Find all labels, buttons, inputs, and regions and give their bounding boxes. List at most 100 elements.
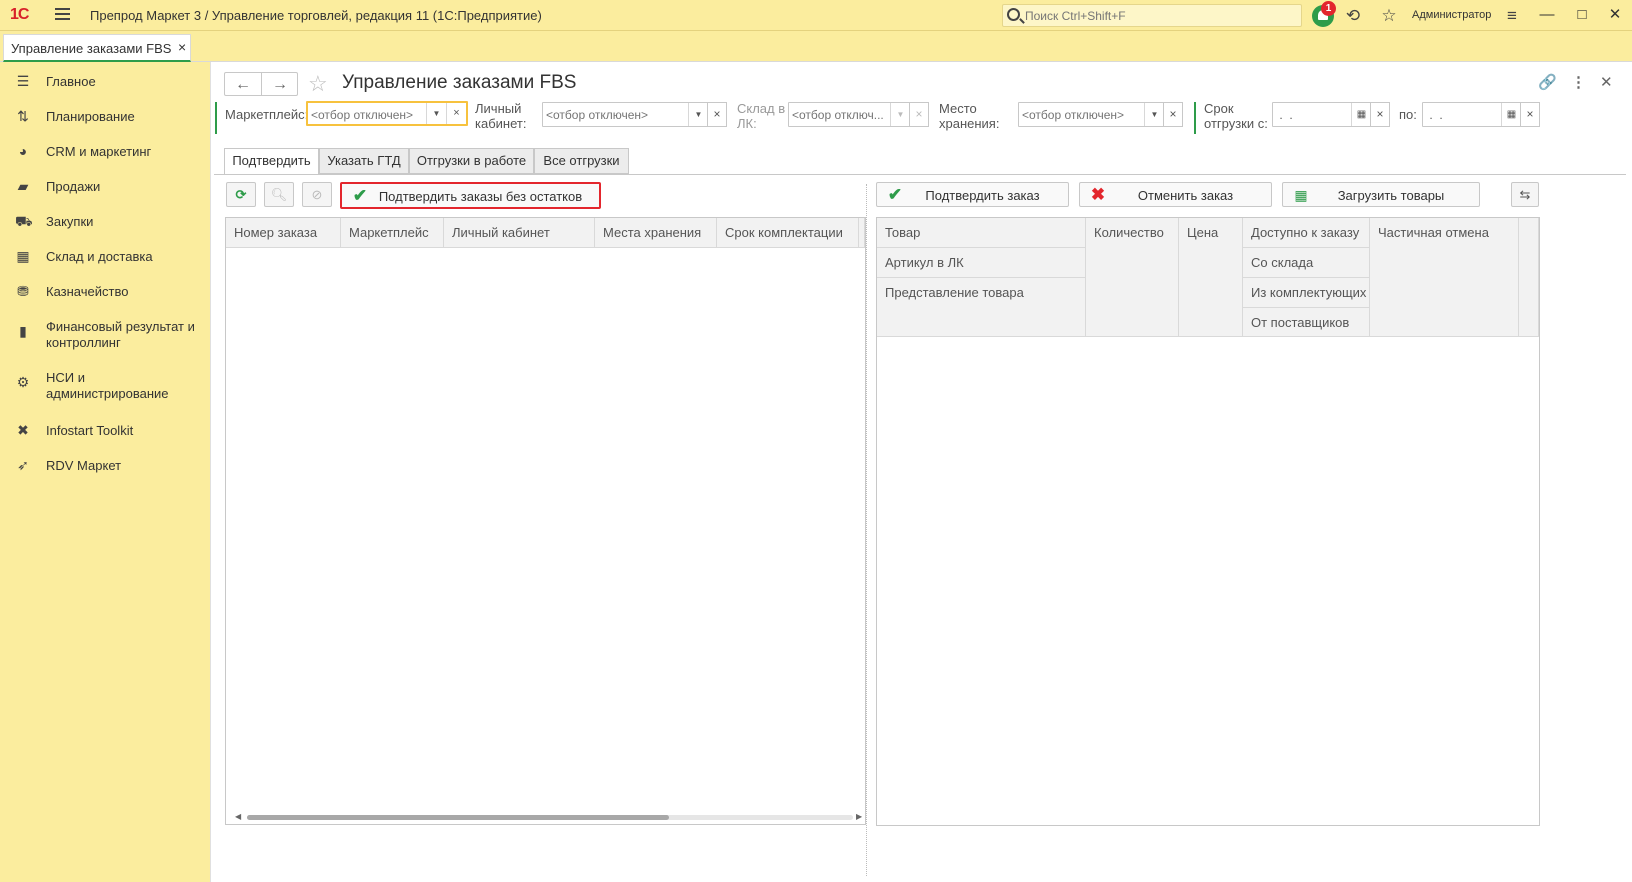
date-from-clear-button[interactable]: × (1370, 102, 1390, 127)
date-from-field[interactable]: ▦ (1272, 102, 1371, 127)
tab-shipments-in-progress[interactable]: Отгрузки в работе (409, 148, 534, 174)
chevron-down-icon[interactable]: ▼ (688, 103, 708, 126)
gear-icon: ⚙ (16, 374, 30, 390)
cabinet-input[interactable] (546, 107, 686, 123)
col-marketplace[interactable]: Маркетплейс (341, 218, 444, 248)
scrollbar-thumb[interactable] (247, 815, 669, 820)
sidebar-item-treasury[interactable]: ⛃ Казначейство (0, 276, 210, 306)
col-partial-cancel[interactable]: Частичная отмена (1370, 218, 1519, 337)
col-available[interactable]: Доступно к заказу (1243, 218, 1370, 248)
pie-chart-icon: ◕ (18, 143, 28, 159)
date-to-input[interactable] (1426, 107, 1498, 123)
cancel-order-button[interactable]: ✖ Отменить заказ (1079, 182, 1272, 207)
sidebar-item-warehouse[interactable]: ▦ Склад и доставка (0, 241, 210, 271)
date-to-clear-button[interactable]: × (1520, 102, 1540, 127)
sidebar-item-label: НСИ и администрирование (46, 370, 169, 401)
col-product[interactable]: Товар (877, 218, 1086, 248)
favorites-star-icon[interactable]: ☆ (1379, 6, 1399, 26)
col-article[interactable]: Артикул в ЛК (877, 248, 1086, 278)
sidebar-item-label: Infostart Toolkit (46, 423, 134, 438)
col-quantity[interactable]: Количество (1086, 218, 1179, 337)
current-user[interactable]: Администратор (1412, 9, 1491, 21)
sidebar-item-label: Казначейство (46, 284, 129, 299)
col-price[interactable]: Цена (1179, 218, 1243, 337)
date-to-field[interactable]: ▦ (1422, 102, 1521, 127)
confirm-order-button[interactable]: ✔ Подтвердить заказ (876, 182, 1069, 207)
sidebar-item-nsi-admin[interactable]: ⚙ НСИ и администрирование (0, 362, 210, 402)
cabinet-clear-button[interactable]: × (707, 102, 727, 127)
col-from-components[interactable]: Из комплектующих (1243, 278, 1370, 308)
minimize-icon[interactable]: — (1537, 5, 1557, 25)
confirm-orders-without-stock-button[interactable]: ✔ Подтвердить заказы без остатков (340, 182, 601, 209)
orders-table[interactable] (225, 217, 866, 825)
storage-clear-button[interactable]: × (1163, 102, 1183, 127)
back-arrow-icon[interactable]: ← (225, 74, 261, 96)
warehouse-lk-clear-button[interactable]: × (909, 102, 929, 127)
more-actions-icon[interactable]: ⋮ (1571, 73, 1586, 91)
load-goods-button[interactable]: ▦ Загрузить товары (1282, 182, 1480, 207)
panel-splitter[interactable] (866, 184, 867, 876)
sidebar-item-main[interactable]: ☰ Главное (0, 66, 210, 96)
scroll-left-icon[interactable]: ◀ (235, 812, 241, 821)
link-icon[interactable]: 🔗 (1538, 73, 1557, 91)
col-product-view[interactable]: Представление товара (877, 278, 1086, 337)
storage-input[interactable] (1022, 107, 1142, 123)
maximize-icon[interactable]: □ (1572, 5, 1592, 25)
horizontal-scrollbar[interactable] (247, 815, 853, 820)
col-completion-date[interactable]: Срок комплектации (717, 218, 859, 248)
marketplace-field[interactable]: ▼ × (306, 101, 468, 126)
chevron-down-icon[interactable]: ▼ (890, 103, 910, 126)
marketplace-input[interactable] (311, 107, 423, 123)
cancel-search-button[interactable]: ⊘ (302, 182, 332, 207)
search-input[interactable] (1025, 7, 1295, 25)
tab-specify-gtd[interactable]: Указать ГТД (319, 148, 409, 174)
swap-icon[interactable]: ⇆ (1511, 182, 1539, 207)
clear-icon[interactable]: × (446, 103, 466, 124)
tools-icon: ✖ (17, 422, 29, 438)
col-from-warehouse[interactable]: Со склада (1243, 248, 1370, 278)
search-button[interactable]: 🔍︎ (264, 182, 294, 207)
settings-menu-icon[interactable]: ≡ (1502, 6, 1522, 26)
storage-field[interactable]: ▼ (1018, 102, 1164, 127)
page-title: Управление заказами FBS (342, 72, 577, 93)
sidebar-item-financial-result[interactable]: ▮ Финансовый результат и контроллинг (0, 311, 210, 351)
sidebar-item-infostart-toolkit[interactable]: ✖ Infostart Toolkit (0, 415, 210, 445)
warehouse-lk-field[interactable]: ▼ (788, 102, 910, 127)
favorite-star-icon[interactable]: ☆ (308, 71, 328, 97)
close-form-icon[interactable]: ✕ (1600, 73, 1613, 91)
close-window-icon[interactable]: ✕ (1605, 5, 1625, 25)
sidebar-item-purchases[interactable]: ⛟ Закупки (0, 206, 210, 236)
col-from-suppliers[interactable]: От поставщиков (1243, 308, 1370, 337)
date-from-input[interactable] (1276, 107, 1348, 123)
refresh-button[interactable]: ⟳ (226, 182, 256, 207)
history-nav: ← → (224, 72, 298, 96)
chevron-down-icon[interactable]: ▼ (1144, 103, 1164, 126)
sidebar-item-sales[interactable]: ▰ Продажи (0, 171, 210, 201)
sidebar-item-label: Финансовый результат и контроллинг (46, 319, 195, 350)
col-cabinet[interactable]: Личный кабинет (444, 218, 595, 248)
forward-arrow-icon[interactable]: → (262, 74, 298, 96)
open-tab-orders-fbs[interactable]: Управление заказами FBS × (3, 34, 191, 62)
search-icon (1007, 8, 1020, 21)
cabinet-field[interactable]: ▼ (542, 102, 708, 127)
close-tab-icon[interactable]: × (178, 39, 186, 55)
sidebar-item-crm[interactable]: ◕ CRM и маркетинг (0, 136, 210, 166)
global-search[interactable] (1002, 4, 1302, 27)
chevron-down-icon[interactable]: ▼ (426, 103, 446, 124)
col-storage[interactable]: Места хранения (595, 218, 717, 248)
history-icon[interactable]: ⟲ (1343, 6, 1363, 26)
app-title: Препрод Маркет 3 / Управление торговлей,… (90, 8, 542, 23)
sections-sidebar: ☰ Главное ⇅ Планирование ◕ CRM и маркети… (0, 62, 210, 882)
warehouse-lk-input[interactable] (792, 107, 890, 123)
calendar-icon[interactable]: ▦ (1501, 103, 1521, 126)
sidebar-item-planning[interactable]: ⇅ Планирование (0, 101, 210, 131)
main-menu-icon[interactable] (55, 8, 70, 20)
calendar-icon[interactable]: ▦ (1351, 103, 1371, 126)
storage-label: Место хранения: (939, 101, 1000, 131)
scroll-right-icon[interactable]: ▶ (856, 812, 862, 821)
col-filler (1519, 218, 1539, 337)
tab-confirm[interactable]: Подтвердить (224, 148, 319, 175)
tab-all-shipments[interactable]: Все отгрузки (534, 148, 629, 174)
sidebar-item-rdv-market[interactable]: ➶ RDV Маркет (0, 450, 210, 480)
col-order-number[interactable]: Номер заказа (226, 218, 341, 248)
